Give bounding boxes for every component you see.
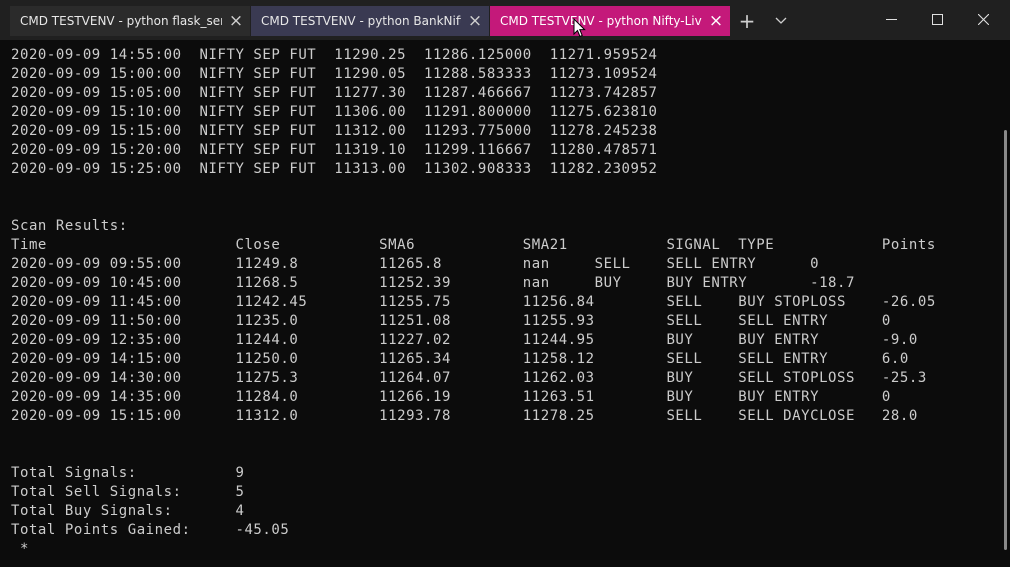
terminal-line: 2020-09-09 15:20:00 NIFTY SEP FUT 11319.… <box>11 142 658 158</box>
total-points-gained: Total Points Gained: -45.05 <box>11 522 290 538</box>
table-row: 2020-09-09 10:45:00 11268.5 11252.39 nan… <box>11 275 855 291</box>
table-row: 2020-09-09 14:30:00 11275.3 11264.07 112… <box>11 370 927 386</box>
terminal-line: 2020-09-09 14:55:00 NIFTY SEP FUT 11290.… <box>11 47 658 63</box>
scan-results-heading: Scan Results: <box>11 218 128 234</box>
close-icon[interactable]: × <box>222 11 250 31</box>
new-tab-button[interactable]: + <box>731 6 763 36</box>
table-row: 2020-09-09 14:15:00 11250.0 11265.34 112… <box>11 351 909 367</box>
table-row: 2020-09-09 11:50:00 11235.0 11251.08 112… <box>11 313 891 329</box>
terminal-prompt: * <box>11 541 29 557</box>
minimize-icon <box>885 18 897 20</box>
total-signals: Total Signals: 9 <box>11 465 245 481</box>
tab-nifty-live[interactable]: CMD TESTVENV - python Nifty-Live- × <box>490 6 730 36</box>
vertical-scrollbar[interactable] <box>1002 40 1010 567</box>
total-buy-signals: Total Buy Signals: 4 <box>11 503 245 519</box>
table-header: Time Close SMA6 SMA21 SIGNAL TYPE Points <box>11 237 936 253</box>
maximize-button[interactable] <box>914 0 960 38</box>
plus-icon: + <box>738 9 756 33</box>
maximize-icon <box>931 13 943 25</box>
close-icon <box>977 13 989 25</box>
window-close-button[interactable] <box>960 0 1006 38</box>
tab-title: CMD TESTVENV - python Nifty-Live- <box>500 14 702 28</box>
title-bar: CMD TESTVENV - python flask_serve × CMD … <box>0 0 1010 40</box>
terminal-line: 2020-09-09 15:10:00 NIFTY SEP FUT 11306.… <box>11 104 658 120</box>
chevron-down-icon <box>775 17 787 24</box>
tab-banknifty[interactable]: CMD TESTVENV - python BankNifty- × <box>251 6 489 36</box>
mouse-cursor-icon <box>573 18 586 38</box>
table-row: 2020-09-09 12:35:00 11244.0 11227.02 112… <box>11 332 918 348</box>
terminal-line: 2020-09-09 15:00:00 NIFTY SEP FUT 11290.… <box>11 66 658 82</box>
close-icon[interactable]: × <box>461 11 489 31</box>
terminal-line: 2020-09-09 15:15:00 NIFTY SEP FUT 11312.… <box>11 123 658 139</box>
terminal-output[interactable]: 2020-09-09 14:55:00 NIFTY SEP FUT 11290.… <box>0 40 1002 567</box>
table-row: 2020-09-09 15:15:00 11312.0 11293.78 112… <box>11 408 918 424</box>
table-row: 2020-09-09 09:55:00 11249.8 11265.8 nan … <box>11 256 820 272</box>
tab-title: CMD TESTVENV - python flask_serve <box>20 14 222 28</box>
minimize-button[interactable] <box>868 0 914 38</box>
total-sell-signals: Total Sell Signals: 5 <box>11 484 245 500</box>
close-icon[interactable]: × <box>702 11 730 31</box>
scroll-thumb[interactable] <box>1004 130 1007 550</box>
table-row: 2020-09-09 14:35:00 11284.0 11266.19 112… <box>11 389 891 405</box>
terminal-line: 2020-09-09 15:25:00 NIFTY SEP FUT 11313.… <box>11 161 658 177</box>
tab-title: CMD TESTVENV - python BankNifty- <box>261 14 461 28</box>
table-row: 2020-09-09 11:45:00 11242.45 11255.75 11… <box>11 294 936 310</box>
tab-flask-server[interactable]: CMD TESTVENV - python flask_serve × <box>10 6 250 36</box>
tab-dropdown-button[interactable] <box>765 6 797 36</box>
terminal-line: 2020-09-09 15:05:00 NIFTY SEP FUT 11277.… <box>11 85 658 101</box>
